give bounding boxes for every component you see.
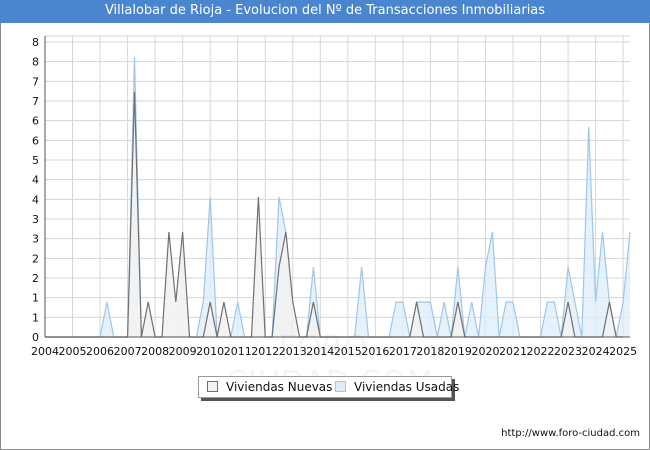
y-tick-label: 1 xyxy=(32,311,39,324)
y-tick-label: 5 xyxy=(32,154,39,167)
y-tick-label: 0 xyxy=(32,331,39,344)
series-area-nuevas xyxy=(45,92,624,337)
x-tick-label: 2023 xyxy=(554,345,582,358)
y-tick-label: 2 xyxy=(32,272,39,285)
legend: Viviendas Nuevas Viviendas Usadas xyxy=(198,376,459,398)
legend-label-nuevas: Viviendas Nuevas xyxy=(226,380,333,394)
y-tick-label: 4 xyxy=(32,193,39,206)
series-layer xyxy=(45,56,631,338)
x-tick-label: 2008 xyxy=(141,345,169,358)
legend-swatch-usadas xyxy=(335,381,346,392)
legend-item-usadas: Viviendas Usadas xyxy=(335,380,459,394)
x-tick-label: 2025 xyxy=(609,345,637,358)
legend-swatch-nuevas xyxy=(207,381,218,392)
y-tick-label: 3 xyxy=(32,213,39,226)
y-tick-label: 6 xyxy=(32,115,39,128)
y-tick-label: 6 xyxy=(32,134,39,147)
legend-item-nuevas: Viviendas Nuevas xyxy=(207,380,332,394)
x-tick-label: 2004 xyxy=(31,345,59,358)
y-tick-label: 8 xyxy=(32,36,39,49)
y-tick-label: 3 xyxy=(32,233,39,246)
y-tick-label: 7 xyxy=(32,75,39,88)
y-tick-label: 2 xyxy=(32,252,39,265)
y-tick-label: 4 xyxy=(32,174,39,187)
x-tick-label: 2021 xyxy=(499,345,527,358)
legend-label-usadas: Viviendas Usadas xyxy=(354,380,460,394)
y-tick-label: 7 xyxy=(32,95,39,108)
x-tick-label: 2006 xyxy=(86,345,114,358)
x-tick-label: 2005 xyxy=(59,345,87,358)
x-tick-label: 2022 xyxy=(527,345,555,358)
x-tick-label: 2007 xyxy=(114,345,142,358)
y-tick-label: 8 xyxy=(32,56,39,69)
x-tick-label: 2024 xyxy=(582,345,610,358)
source-url: http://www.foro-ciudad.com xyxy=(501,428,640,439)
y-tick-label: 1 xyxy=(32,292,39,305)
